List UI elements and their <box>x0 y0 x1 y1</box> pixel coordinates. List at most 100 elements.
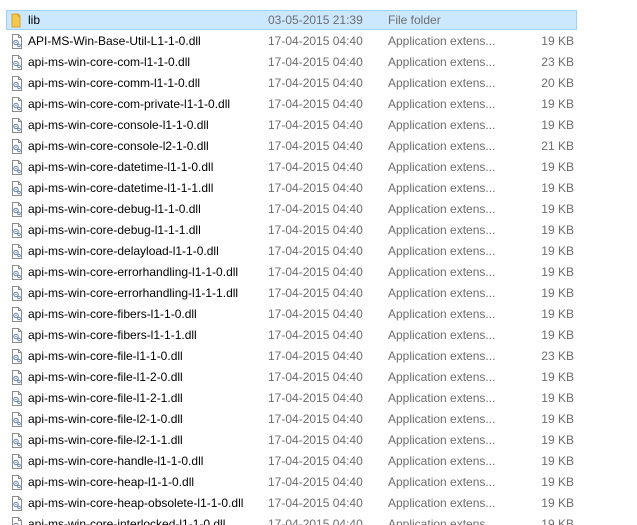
file-date-modified: 17-04-2015 04:40 <box>268 517 363 525</box>
file-date-modified: 03-05-2015 21:39 <box>268 13 363 27</box>
file-row[interactable]: api-ms-win-core-datetime-l1-1-1.dll 17-0… <box>6 178 577 198</box>
dll-file-icon <box>10 55 24 70</box>
file-date-modified: 17-04-2015 04:40 <box>268 496 363 510</box>
file-row[interactable]: api-ms-win-core-handle-l1-1-0.dll 17-04-… <box>6 451 577 471</box>
file-size: 19 KB <box>541 370 574 384</box>
file-name: api-ms-win-core-fibers-l1-1-1.dll <box>28 328 197 342</box>
file-date-modified: 17-04-2015 04:40 <box>268 475 363 489</box>
file-row[interactable]: api-ms-win-core-debug-l1-1-0.dll 17-04-2… <box>6 199 577 219</box>
dll-file-icon <box>10 412 24 427</box>
folder-icon <box>10 13 24 28</box>
file-size: 19 KB <box>541 265 574 279</box>
file-row[interactable]: api-ms-win-core-delayload-l1-1-0.dll 17-… <box>6 241 577 261</box>
file-type: Application extens... <box>388 97 496 111</box>
file-size: 23 KB <box>541 349 574 363</box>
file-type: Application extens... <box>388 517 496 525</box>
file-date-modified: 17-04-2015 04:40 <box>268 181 363 195</box>
file-type: Application extens... <box>388 139 496 153</box>
file-type: Application extens... <box>388 328 496 342</box>
file-row[interactable]: API-MS-Win-Base-Util-L1-1-0.dll 17-04-20… <box>6 31 577 51</box>
dll-file-icon <box>10 286 24 301</box>
dll-file-icon <box>10 223 24 238</box>
dll-file-icon <box>10 34 24 49</box>
file-name: api-ms-win-core-datetime-l1-1-1.dll <box>28 181 214 195</box>
dll-file-icon <box>10 160 24 175</box>
file-row[interactable]: api-ms-win-core-file-l2-1-0.dll 17-04-20… <box>6 409 577 429</box>
file-name: api-ms-win-core-comm-l1-1-0.dll <box>28 76 201 90</box>
file-name: api-ms-win-core-datetime-l1-1-0.dll <box>28 160 214 174</box>
file-date-modified: 17-04-2015 04:40 <box>268 202 363 216</box>
dll-file-icon <box>10 328 24 343</box>
file-row[interactable]: api-ms-win-core-datetime-l1-1-0.dll 17-0… <box>6 157 577 177</box>
file-size: 19 KB <box>541 118 574 132</box>
file-name: api-ms-win-core-file-l2-1-0.dll <box>28 412 183 426</box>
file-size: 19 KB <box>541 160 574 174</box>
file-size: 19 KB <box>541 181 574 195</box>
file-row[interactable]: api-ms-win-core-interlocked-l1-1-0.dll 1… <box>6 514 577 525</box>
file-size: 23 KB <box>541 55 574 69</box>
file-type: Application extens... <box>388 55 496 69</box>
file-row[interactable]: api-ms-win-core-console-l2-1-0.dll 17-04… <box>6 136 577 156</box>
dll-file-icon <box>10 76 24 91</box>
file-date-modified: 17-04-2015 04:40 <box>268 433 363 447</box>
dll-file-icon <box>10 496 24 511</box>
dll-file-icon <box>10 349 24 364</box>
file-name: api-ms-win-core-handle-l1-1-0.dll <box>28 454 204 468</box>
file-type: Application extens... <box>388 349 496 363</box>
file-size: 19 KB <box>541 223 574 237</box>
file-name: api-ms-win-core-file-l1-2-1.dll <box>28 391 183 405</box>
file-type: Application extens... <box>388 391 496 405</box>
file-name: api-ms-win-core-file-l1-1-0.dll <box>28 349 183 363</box>
file-type: Application extens... <box>388 454 496 468</box>
file-type: Application extens... <box>388 244 496 258</box>
dll-file-icon <box>10 97 24 112</box>
file-type: Application extens... <box>388 265 496 279</box>
file-row[interactable]: api-ms-win-core-file-l1-2-1.dll 17-04-20… <box>6 388 577 408</box>
file-row[interactable]: api-ms-win-core-com-private-l1-1-0.dll 1… <box>6 94 577 114</box>
file-date-modified: 17-04-2015 04:40 <box>268 328 363 342</box>
file-row[interactable]: api-ms-win-core-file-l2-1-1.dll 17-04-20… <box>6 430 577 450</box>
file-row[interactable]: api-ms-win-core-fibers-l1-1-1.dll 17-04-… <box>6 325 577 345</box>
dll-file-icon <box>10 307 24 322</box>
file-name: api-ms-win-core-interlocked-l1-1-0.dll <box>28 517 226 525</box>
file-name: api-ms-win-core-debug-l1-1-0.dll <box>28 202 201 216</box>
file-list: lib 03-05-2015 21:39 File folder API-MS-… <box>0 0 637 525</box>
file-name: lib <box>28 13 41 27</box>
file-row[interactable]: api-ms-win-core-fibers-l1-1-0.dll 17-04-… <box>6 304 577 324</box>
dll-file-icon <box>10 265 24 280</box>
file-type: Application extens... <box>388 223 496 237</box>
dll-file-icon <box>10 139 24 154</box>
file-row[interactable]: api-ms-win-core-file-l1-1-0.dll 17-04-20… <box>6 346 577 366</box>
file-row[interactable]: api-ms-win-core-console-l1-1-0.dll 17-04… <box>6 115 577 135</box>
dll-file-icon <box>10 475 24 490</box>
file-row[interactable]: api-ms-win-core-file-l1-2-0.dll 17-04-20… <box>6 367 577 387</box>
file-type: Application extens... <box>388 160 496 174</box>
file-date-modified: 17-04-2015 04:40 <box>268 391 363 405</box>
file-date-modified: 17-04-2015 04:40 <box>268 454 363 468</box>
dll-file-icon <box>10 244 24 259</box>
file-row[interactable]: api-ms-win-core-errorhandling-l1-1-1.dll… <box>6 283 577 303</box>
file-name: api-ms-win-core-console-l2-1-0.dll <box>28 139 209 153</box>
file-date-modified: 17-04-2015 04:40 <box>268 244 363 258</box>
file-row[interactable]: api-ms-win-core-errorhandling-l1-1-0.dll… <box>6 262 577 282</box>
file-type: Application extens... <box>388 433 496 447</box>
file-type: Application extens... <box>388 475 496 489</box>
file-name: api-ms-win-core-console-l1-1-0.dll <box>28 118 209 132</box>
file-name: api-ms-win-core-errorhandling-l1-1-1.dll <box>28 286 239 300</box>
file-row[interactable]: api-ms-win-core-com-l1-1-0.dll 17-04-201… <box>6 52 577 72</box>
file-size: 19 KB <box>541 307 574 321</box>
dll-file-icon <box>10 181 24 196</box>
file-date-modified: 17-04-2015 04:40 <box>268 349 363 363</box>
file-date-modified: 17-04-2015 04:40 <box>268 307 363 321</box>
file-size: 19 KB <box>541 517 574 525</box>
file-row[interactable]: api-ms-win-core-heap-obsolete-l1-1-0.dll… <box>6 493 577 513</box>
file-row[interactable]: lib 03-05-2015 21:39 File folder <box>6 10 577 30</box>
file-row[interactable]: api-ms-win-core-debug-l1-1-1.dll 17-04-2… <box>6 220 577 240</box>
file-row[interactable]: api-ms-win-core-comm-l1-1-0.dll 17-04-20… <box>6 73 577 93</box>
file-row[interactable]: api-ms-win-core-heap-l1-1-0.dll 17-04-20… <box>6 472 577 492</box>
file-size: 19 KB <box>541 286 574 300</box>
file-size: 19 KB <box>541 475 574 489</box>
file-size: 19 KB <box>541 328 574 342</box>
dll-file-icon <box>10 118 24 133</box>
file-size: 19 KB <box>541 454 574 468</box>
